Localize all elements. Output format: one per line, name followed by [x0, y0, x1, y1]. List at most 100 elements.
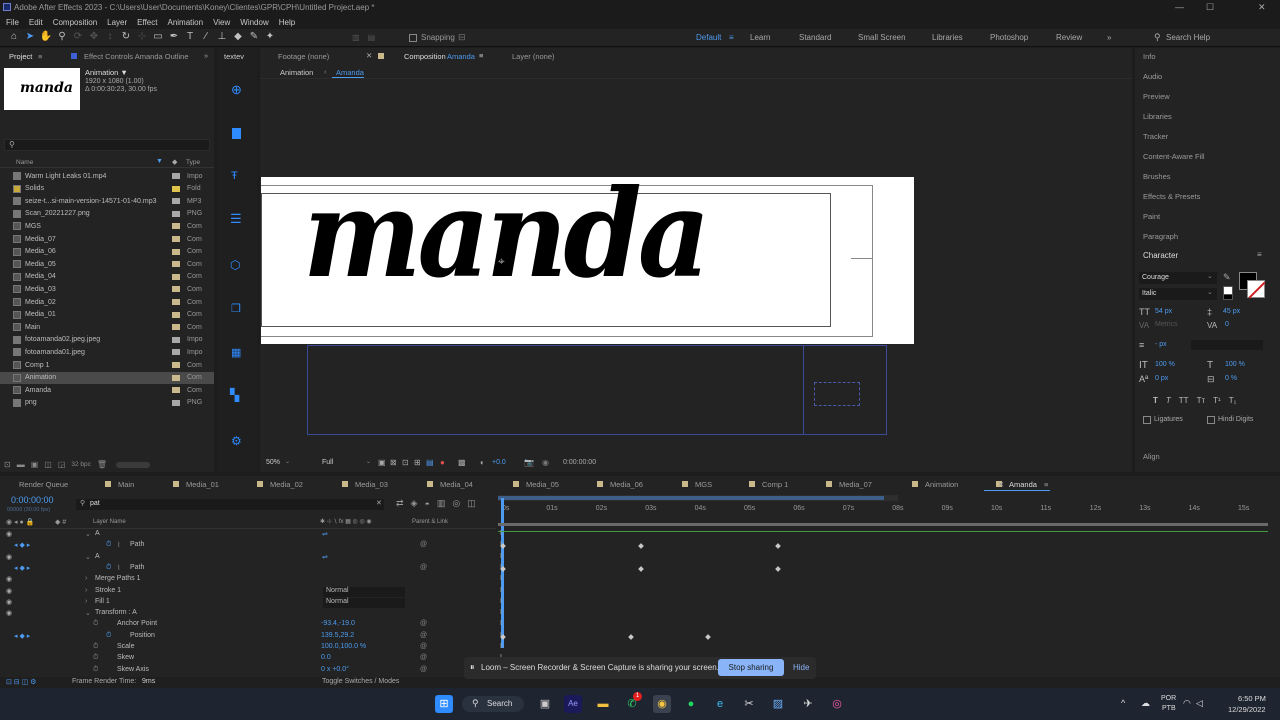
stopwatch-icon[interactable]: ⏱ — [106, 632, 111, 640]
project-item[interactable]: Animation Com — [0, 371, 214, 384]
comp-panel-menu-icon[interactable]: ≡ — [479, 51, 483, 60]
property-value[interactable]: 139.5,29.2 — [321, 632, 354, 639]
property-value[interactable]: 100.0,100.0 % — [321, 643, 366, 650]
chrome-icon[interactable]: ◉ — [653, 695, 671, 713]
wifi-icon[interactable]: ◠ — [1183, 698, 1191, 709]
exposure-icon[interactable]: ◐ — [480, 458, 485, 467]
baseline-shift-value[interactable]: 0 px — [1155, 375, 1168, 382]
project-item[interactable]: Scan_20221227.png PNG — [0, 208, 214, 220]
panel-item[interactable]: Content-Aware Fill — [1143, 152, 1205, 161]
workspace-default[interactable]: Default — [696, 33, 721, 42]
label-color-swatch[interactable] — [172, 362, 180, 368]
col-name[interactable]: Name — [16, 159, 33, 166]
comp-mini-flowchart-icon[interactable]: ⇄ — [396, 498, 404, 509]
selection-tool-icon[interactable]: ➤ — [22, 31, 38, 42]
expand-twirl-icon[interactable]: ⌄ — [85, 530, 91, 538]
visibility-eye-icon[interactable]: ◉ — [6, 609, 12, 617]
timeline-tab[interactable]: Render Queue — [19, 480, 68, 489]
label-color-swatch[interactable] — [172, 387, 180, 394]
panel-item[interactable]: Paint — [1143, 212, 1160, 221]
tab-project-menu-icon[interactable]: ≡ — [38, 52, 42, 61]
label-color-swatch[interactable] — [172, 261, 180, 268]
resolution-dropdown-icon[interactable]: ⌄ — [366, 458, 371, 465]
blend-mode-select[interactable]: Normal — [323, 586, 405, 597]
timeline-menu-icon[interactable]: ≡ — [1044, 480, 1048, 489]
pan-tool-icon[interactable]: ✥ — [86, 31, 102, 42]
mask-visibility-icon[interactable]: ⊡ — [402, 458, 409, 467]
clear-search-icon[interactable]: ✕ — [376, 499, 382, 507]
stroke-width-value[interactable]: - px — [1155, 341, 1167, 348]
horizontal-scale-value[interactable]: 100 % — [1225, 361, 1245, 368]
timeline-row[interactable]: ◂ ◆ ▸⏱Position139.5,29.2@I — [0, 632, 1280, 643]
pick-whip-icon[interactable]: @ — [420, 654, 427, 661]
align-panel[interactable]: Align — [1143, 452, 1160, 461]
snipping-tool-icon[interactable]: ✂ — [740, 695, 758, 713]
project-item[interactable]: Media_03 Com — [0, 283, 214, 295]
delete-icon[interactable] — [232, 128, 241, 139]
rotate-tool-icon[interactable]: ↻ — [118, 31, 134, 42]
hindi-digits-checkbox[interactable] — [1207, 416, 1215, 424]
canvas-text[interactable]: manda — [303, 164, 710, 305]
keyframe-navigator-icon[interactable]: ◂ ◆ ▸ — [14, 632, 30, 640]
motion-blur-icon[interactable]: ◎ — [452, 498, 460, 509]
project-item[interactable]: seize-t...si-main-version-14571-01-40.mp… — [0, 195, 214, 207]
pick-whip-icon[interactable]: @ — [420, 632, 427, 639]
edge-icon[interactable]: e — [711, 695, 729, 713]
clock-date[interactable]: 12/29/2022 — [1228, 705, 1266, 714]
timeline-tab[interactable]: Media_01 — [186, 480, 219, 489]
tab-effect-controls[interactable]: Effect Controls Amanda Outline — [84, 52, 189, 61]
kerning-value[interactable]: Metrics — [1155, 321, 1178, 328]
toggle-switches-button[interactable]: Toggle Switches / Modes — [322, 678, 399, 685]
roto-brush-icon[interactable]: ✎ — [246, 31, 262, 42]
workspace-menu-icon[interactable]: ≡ — [729, 33, 734, 42]
layers-icon[interactable]: ▦ — [231, 346, 241, 359]
property-value[interactable]: 0.0 — [321, 654, 331, 661]
stroke-type-select[interactable] — [1191, 340, 1263, 350]
blend-mode-select[interactable]: Normal — [323, 597, 405, 608]
label-color-swatch[interactable] — [172, 324, 180, 331]
task-view-icon[interactable]: ▣ — [536, 695, 554, 713]
settings-gear-icon[interactable]: ⚙ — [231, 434, 242, 448]
property-value[interactable]: -93.4,-19.0 — [321, 620, 355, 627]
font-family-select[interactable]: Courage ⌄ — [1139, 272, 1217, 284]
pick-whip-icon[interactable]: @ — [420, 666, 427, 673]
menu-edit[interactable]: Edit — [29, 18, 43, 27]
region-of-interest-icon[interactable]: ▣ — [378, 458, 386, 467]
stopwatch-icon[interactable]: ⏱ — [93, 620, 98, 628]
panel-item[interactable]: Libraries — [1143, 112, 1172, 121]
maximize-button[interactable]: ☐ — [1206, 2, 1214, 13]
label-color-swatch[interactable] — [172, 173, 180, 179]
menu-help[interactable]: Help — [279, 18, 295, 27]
visibility-eye-icon[interactable]: ◉ — [6, 575, 12, 583]
timeline-tab[interactable]: Media_05 — [526, 480, 559, 489]
sort-arrow-icon[interactable]: ▼ — [156, 158, 163, 165]
tracking-value[interactable]: 0 — [1225, 321, 1229, 328]
timeline-row[interactable]: ◉ ⌄ A ⇌ I — [0, 553, 1280, 564]
small-caps-icon[interactable]: Tт — [1197, 396, 1206, 405]
label-color-swatch[interactable] — [172, 374, 180, 381]
cloud-icon[interactable]: ☁ — [1141, 698, 1150, 709]
label-color-swatch[interactable] — [172, 273, 180, 280]
photos-icon[interactable]: ▨ — [769, 695, 787, 713]
faux-bold-icon[interactable]: T — [1153, 396, 1158, 405]
font-style-select[interactable]: Italic ⌄ — [1139, 288, 1217, 300]
timeline-tab[interactable]: Animation — [925, 480, 958, 489]
col-layer-name[interactable]: Layer Name — [93, 519, 126, 525]
grid-icon[interactable]: ▚ — [230, 388, 239, 402]
label-color-swatch[interactable] — [172, 223, 180, 230]
graph-editor-icon[interactable]: ◫ — [467, 498, 476, 509]
menu-file[interactable]: File — [6, 18, 19, 27]
label-color-swatch[interactable] — [172, 311, 180, 318]
zoom-dropdown-icon[interactable]: ⌄ — [285, 458, 290, 465]
snap-options-icon[interactable]: ⊟ — [458, 32, 466, 43]
leading-value[interactable]: 45 px — [1223, 308, 1240, 315]
path-switches-icon[interactable]: ⇌ — [322, 553, 328, 561]
stopwatch-icon[interactable]: ⏱ — [106, 564, 111, 572]
puppet-tool-icon[interactable]: ✦ — [262, 31, 278, 42]
close-comp-tab-icon[interactable]: ✕ — [366, 51, 372, 60]
project-item[interactable]: fotoamanda01.jpeg Impo — [0, 346, 214, 358]
graph-icon[interactable]: ⌇ — [117, 564, 120, 572]
viewer-timecode[interactable]: 0:00:00:00 — [563, 459, 596, 466]
new-comp-icon[interactable]: ▣ — [31, 460, 39, 469]
pick-whip-icon[interactable]: @ — [420, 541, 427, 548]
